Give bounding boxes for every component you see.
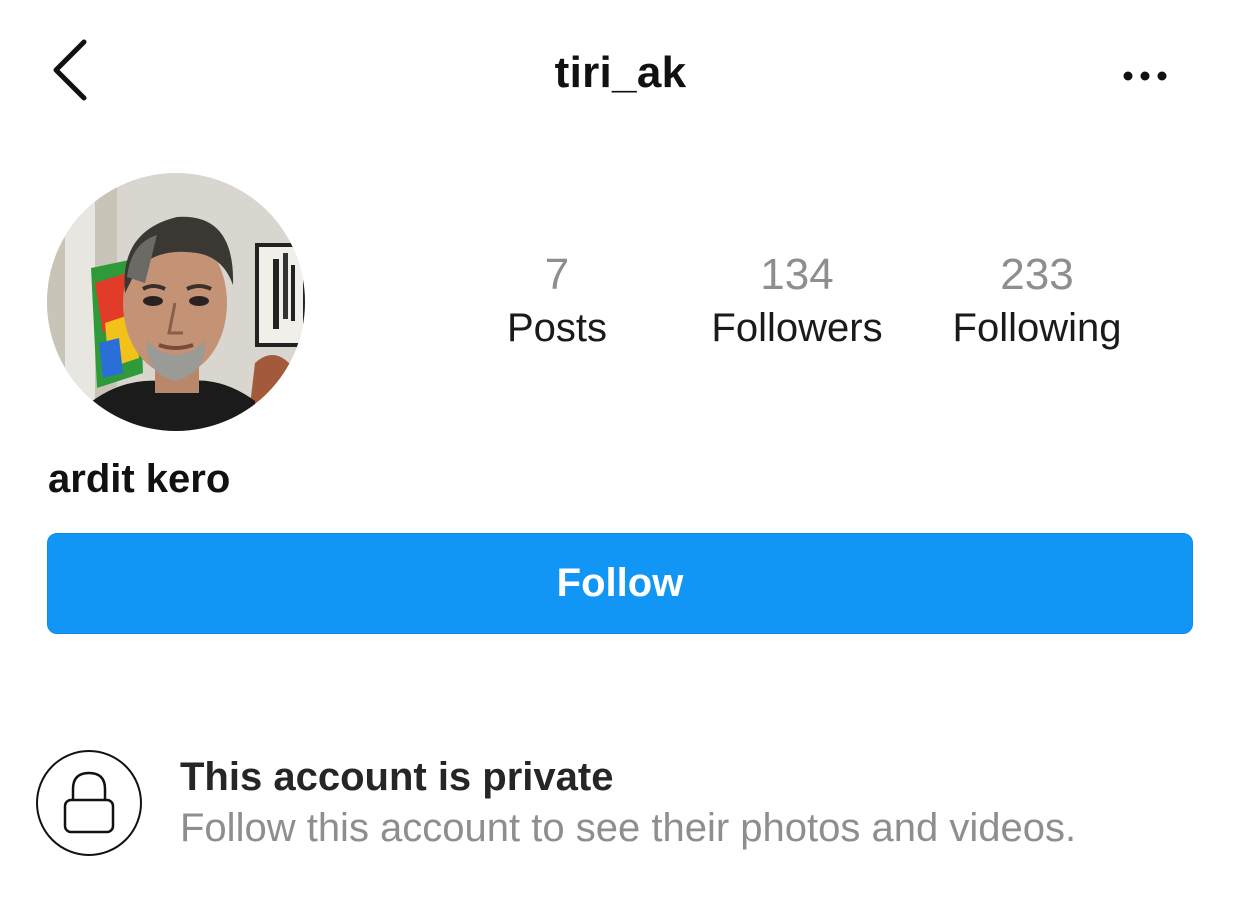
lock-icon: [36, 750, 142, 856]
following-count: 233: [1000, 250, 1074, 299]
follow-button[interactable]: Follow: [47, 533, 1193, 634]
followers-stat[interactable]: 134 Followers: [690, 248, 904, 354]
private-account-subtitle: Follow this account to see their photos …: [180, 806, 1077, 850]
lock-badge: [35, 749, 143, 857]
posts-label: Posts: [506, 306, 608, 350]
posts-count: 7: [544, 250, 570, 299]
private-account-title: This account is private: [180, 755, 614, 799]
followers-count: 134: [760, 250, 834, 299]
more-horizontal-icon: [1123, 71, 1167, 81]
posts-stat[interactable]: 7 Posts: [487, 248, 627, 354]
following-label: Following: [952, 306, 1122, 350]
display-name: ardit kero: [48, 457, 231, 501]
profile-page: tiri_ak 7 Posts 134 Followers 233 Follow…: [0, 0, 1241, 905]
avatar[interactable]: [47, 173, 305, 431]
following-stat[interactable]: 233 Following: [930, 248, 1144, 354]
profile-photo: [47, 173, 305, 431]
page-title: tiri_ak: [554, 48, 687, 97]
followers-label: Followers: [711, 306, 883, 350]
more-options-button[interactable]: [1116, 58, 1176, 94]
